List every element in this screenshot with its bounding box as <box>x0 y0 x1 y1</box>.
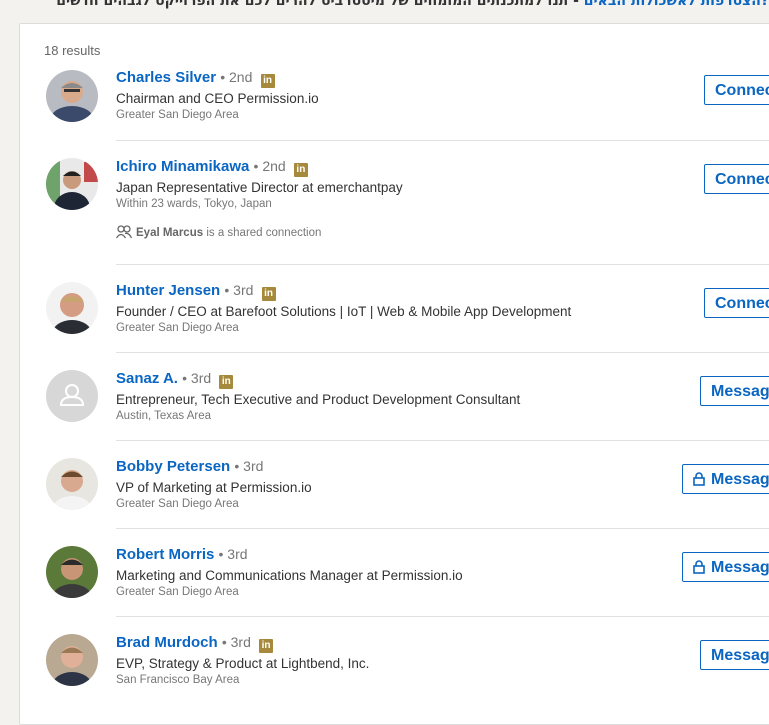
person-name[interactable]: Hunter Jensen <box>116 282 220 299</box>
name-line: Ichiro Minamikawa • 2nd in <box>116 158 308 177</box>
name-line: Hunter Jensen • 3rd in <box>116 282 276 301</box>
person-headline: Chairman and CEO Permission.io <box>116 91 319 106</box>
connection-degree: • 3rd <box>182 370 212 386</box>
linkedin-badge-icon: in <box>261 287 276 301</box>
message-button[interactable]: Message <box>700 640 769 670</box>
message-label: Message <box>711 471 769 488</box>
person-name[interactable]: Bobby Petersen <box>116 458 230 475</box>
result-row: Ichiro Minamikawa • 2nd in Japan Represe… <box>20 141 769 265</box>
message-label: Message <box>711 559 769 576</box>
connection-degree: • 3rd <box>224 282 254 298</box>
person-headline: EVP, Strategy & Product at Lightbend, In… <box>116 656 370 671</box>
shared-connection-icon <box>115 225 133 239</box>
lock-icon <box>693 560 705 574</box>
name-line: Bobby Petersen • 3rd <box>116 458 263 475</box>
avatar[interactable] <box>46 634 98 686</box>
person-location: Greater San Diego Area <box>116 498 239 510</box>
linkedin-badge-icon: in <box>260 74 275 88</box>
connect-button[interactable]: Connect <box>704 75 769 105</box>
person-location: Greater San Diego Area <box>116 586 239 598</box>
person-name[interactable]: Ichiro Minamikawa <box>116 158 249 175</box>
result-row: Bobby Petersen • 3rd VP of Marketing at … <box>20 441 769 529</box>
connection-degree: • 2nd <box>220 69 253 85</box>
banner-link[interactable]: ?הצטרפות לאשכולות הבאים <box>584 0 769 9</box>
name-line: Sanaz A. • 3rd in <box>116 370 234 389</box>
avatar[interactable] <box>46 546 98 598</box>
result-row: Charles Silver • 2nd in Chairman and CEO… <box>20 59 769 141</box>
inmail-message-button[interactable]: Message <box>682 464 769 494</box>
connection-degree: • 3rd <box>221 634 251 650</box>
linkedin-badge-icon: in <box>293 163 308 177</box>
inmail-message-button[interactable]: Message <box>682 552 769 582</box>
linkedin-badge-icon: in <box>259 639 274 653</box>
shared-connection[interactable]: Eyal Marcus is a shared connection <box>115 225 322 239</box>
linkedin-badge-icon: in <box>219 375 234 389</box>
default-avatar-icon[interactable] <box>46 370 98 422</box>
top-banner: ?הצטרפות לאשכולות הבאים - תנו למתכנתים ה… <box>0 0 769 15</box>
name-line: Robert Morris • 3rd <box>116 546 248 563</box>
person-headline: VP of Marketing at Permission.io <box>116 480 312 495</box>
shared-connection-name[interactable]: Eyal Marcus <box>136 227 203 239</box>
connect-button[interactable]: Connect <box>704 164 769 194</box>
person-location: Greater San Diego Area <box>116 322 239 334</box>
message-button[interactable]: Message <box>700 376 769 406</box>
result-row: Brad Murdoch • 3rd in EVP, Strategy & Pr… <box>20 617 769 705</box>
shared-connection-text: is a shared connection <box>203 227 322 239</box>
person-location: Within 23 wards, Tokyo, Japan <box>116 198 272 210</box>
result-row: Hunter Jensen • 3rd in Founder / CEO at … <box>20 265 769 353</box>
person-headline: Japan Representative Director at emercha… <box>116 180 403 195</box>
result-row: Sanaz A. • 3rd in Entrepreneur, Tech Exe… <box>20 353 769 441</box>
name-line: Charles Silver • 2nd in <box>116 69 275 88</box>
person-headline: Founder / CEO at Barefoot Solutions | Io… <box>116 304 572 319</box>
person-location: Greater San Diego Area <box>116 109 239 121</box>
avatar[interactable] <box>46 282 98 334</box>
avatar[interactable] <box>46 70 98 122</box>
connection-degree: • 2nd <box>253 158 286 174</box>
connection-degree: • 3rd <box>234 458 264 474</box>
person-headline: Entrepreneur, Tech Executive and Product… <box>116 392 521 407</box>
person-name[interactable]: Charles Silver <box>116 69 216 86</box>
result-row: Robert Morris • 3rd Marketing and Commun… <box>20 529 769 617</box>
name-line: Brad Murdoch • 3rd in <box>116 634 274 653</box>
connection-degree: • 3rd <box>218 546 248 562</box>
person-location: San Francisco Bay Area <box>116 674 240 686</box>
avatar[interactable] <box>46 158 98 210</box>
person-location: Austin, Texas Area <box>116 410 212 422</box>
person-headline: Marketing and Communications Manager at … <box>116 568 463 583</box>
person-name[interactable]: Brad Murdoch <box>116 634 218 651</box>
avatar[interactable] <box>46 458 98 510</box>
results-count: 18 results <box>44 43 101 58</box>
lock-icon <box>693 472 705 486</box>
search-results-card: 18 results Charles Silver • 2nd in Chair… <box>19 23 769 725</box>
connect-button[interactable]: Connect <box>704 288 769 318</box>
person-name[interactable]: Robert Morris <box>116 546 214 563</box>
person-name[interactable]: Sanaz A. <box>116 370 178 387</box>
banner-text: - תנו למתכנתים המומחים של מיסטרביט להרים… <box>56 0 584 9</box>
